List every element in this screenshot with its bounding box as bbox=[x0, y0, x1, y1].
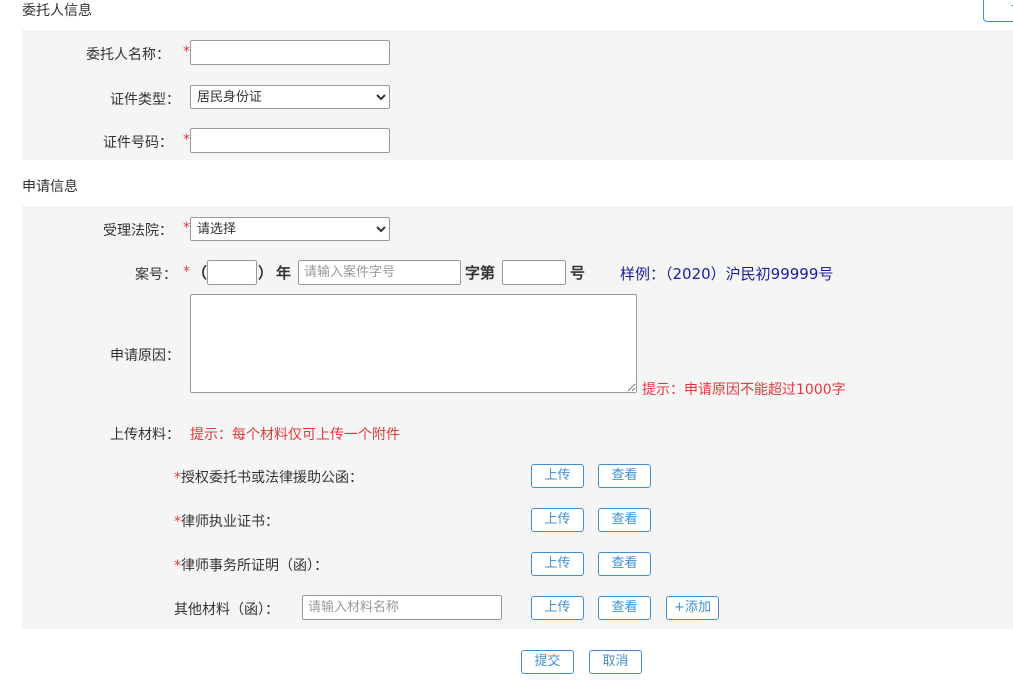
corner-add-button[interactable]: + bbox=[983, 0, 1013, 22]
material-row-firm-certificate: *律师事务所证明（函）： bbox=[174, 555, 328, 575]
case-year-input[interactable] bbox=[207, 260, 257, 285]
submit-button[interactable]: 提交 bbox=[521, 650, 574, 674]
upload-materials-label: 上传材料： bbox=[110, 427, 180, 443]
material-row-license: *律师执业证书： bbox=[174, 511, 279, 531]
other-material-name-input[interactable] bbox=[302, 595, 502, 620]
view-firm-certificate-button[interactable]: 查看 bbox=[598, 552, 651, 576]
case-number-example: 样例：（2020）沪民初99999号 bbox=[620, 265, 834, 283]
reason-label: 申请原因： bbox=[110, 348, 180, 364]
court-required-mark: * bbox=[183, 220, 190, 236]
material-name: 授权委托书或法律援助公函： bbox=[181, 470, 363, 486]
id-number-input[interactable] bbox=[190, 128, 390, 153]
id-number-label: 证件号码： bbox=[103, 135, 173, 151]
case-open-paren: （ bbox=[192, 264, 208, 282]
reason-hint: 提示：申请原因不能超过1000字 bbox=[642, 382, 846, 398]
material-name: 律师执业证书： bbox=[181, 514, 279, 530]
material-required-mark: * bbox=[174, 558, 181, 574]
id-type-select[interactable]: 居民身份证 bbox=[190, 85, 390, 109]
add-material-button[interactable]: +添加 bbox=[666, 596, 719, 620]
material-name: 律师事务所证明（函）： bbox=[181, 558, 328, 574]
case-number-required-mark: * bbox=[183, 264, 190, 280]
case-number-label: 案号： bbox=[135, 267, 177, 283]
view-license-button[interactable]: 查看 bbox=[598, 508, 651, 532]
upload-firm-certificate-button[interactable]: 上传 bbox=[531, 552, 584, 576]
application-info-title: 申请信息 bbox=[22, 179, 78, 195]
upload-license-button[interactable]: 上传 bbox=[531, 508, 584, 532]
client-info-title: 委托人信息 bbox=[22, 3, 92, 19]
upload-hint: 提示：每个材料仅可上传一个附件 bbox=[190, 427, 400, 443]
id-type-label: 证件类型： bbox=[110, 92, 180, 108]
court-label: 受理法院： bbox=[103, 223, 173, 239]
case-number-char: 号 bbox=[570, 264, 586, 282]
material-row-authorization: *授权委托书或法律援助公函： bbox=[174, 467, 363, 487]
view-authorization-button[interactable]: 查看 bbox=[598, 464, 651, 488]
id-number-required-mark: * bbox=[183, 132, 190, 148]
other-material-label: 其他材料（函）： bbox=[174, 602, 279, 618]
cancel-button[interactable]: 取消 bbox=[589, 650, 642, 674]
court-select[interactable]: 请选择 bbox=[190, 217, 390, 241]
case-word-input[interactable] bbox=[298, 260, 461, 285]
case-word-char: 字第 bbox=[465, 264, 496, 282]
client-name-input[interactable] bbox=[190, 40, 390, 65]
upload-authorization-button[interactable]: 上传 bbox=[531, 464, 584, 488]
client-name-label: 委托人名称： bbox=[86, 47, 170, 63]
material-required-mark: * bbox=[174, 470, 181, 486]
reason-textarea[interactable] bbox=[190, 294, 637, 393]
client-name-required-mark: * bbox=[183, 44, 190, 60]
case-sequence-input[interactable] bbox=[502, 260, 566, 285]
view-other-material-button[interactable]: 查看 bbox=[598, 596, 651, 620]
material-required-mark: * bbox=[174, 514, 181, 530]
upload-other-material-button[interactable]: 上传 bbox=[531, 596, 584, 620]
case-year-char: 年 bbox=[276, 264, 292, 282]
case-close-paren: ） bbox=[258, 264, 274, 282]
